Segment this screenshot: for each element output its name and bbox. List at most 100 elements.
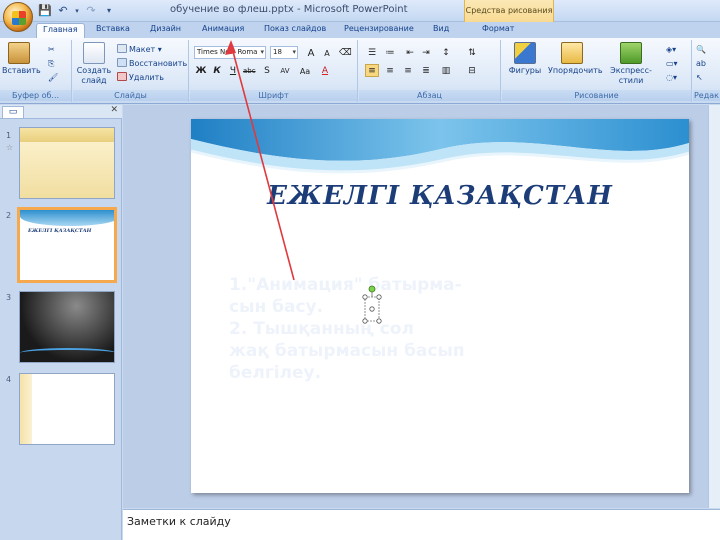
paste-button[interactable]: Вставить <box>2 42 41 88</box>
context-group-label: Средства рисования <box>465 6 553 15</box>
tab-animation[interactable]: Анимация <box>202 24 244 33</box>
clipboard-icon <box>8 42 30 64</box>
slides-tab-icon[interactable]: ▭ <box>2 106 24 118</box>
thumb-number: 2 <box>6 211 12 220</box>
slide-thumbnail-2[interactable]: ЕЖЕЛГІ ҚАЗАҚСТАН <box>17 207 117 283</box>
tab-review[interactable]: Рецензирование <box>344 24 414 33</box>
arrange-button[interactable]: Упорядочить <box>548 42 603 88</box>
slide-thumbnail-3[interactable] <box>19 291 115 363</box>
shrink-font-button[interactable]: A <box>320 46 334 59</box>
align-text-icon[interactable]: ⊟ <box>465 64 479 77</box>
shadow-button[interactable]: S <box>260 64 274 77</box>
shape-outline-icon[interactable]: ▭▾ <box>666 58 678 70</box>
close-pane-icon[interactable]: ✕ <box>110 105 118 115</box>
align-left-icon[interactable]: ≡ <box>365 64 379 77</box>
quick-styles-button[interactable]: Экспресс-стили <box>602 42 660 88</box>
office-button[interactable] <box>3 2 33 32</box>
columns-icon[interactable]: ▥ <box>439 64 453 77</box>
notes-placeholder: Заметки к слайду <box>127 515 231 528</box>
new-slide-button[interactable]: Создать слайд <box>75 42 113 88</box>
shape-fill-icon[interactable]: ◈▾ <box>666 44 676 56</box>
animation-star-icon: ☆ <box>6 143 14 152</box>
increase-indent-icon[interactable]: ⇥ <box>419 46 433 59</box>
tab-home[interactable]: Главная <box>36 23 85 39</box>
slide-body-text[interactable]: 1."Анимация" батырма- сын басу. 2. Тышқа… <box>229 274 599 384</box>
change-case-button[interactable]: Aa <box>298 64 312 77</box>
shape-effects-icon[interactable]: ◌▾ <box>666 72 677 84</box>
slides-pane: ▭ ✕ 1 ☆ 2 ЕЖЕЛГІ ҚАЗАҚСТАН 3 4 <box>0 105 122 540</box>
thumb-number: 1 <box>6 131 12 140</box>
slide-editing-area: ЕЖЕЛГІ ҚАЗАҚСТАН 1."Анимация" батырма- с… <box>123 105 720 508</box>
bold-button[interactable]: Ж <box>194 64 208 77</box>
format-painter-icon[interactable]: 🖌 <box>48 72 58 84</box>
office-logo-icon <box>12 11 26 25</box>
thumb-1-banner <box>20 128 114 142</box>
align-center-icon[interactable]: ≡ <box>383 64 397 77</box>
char-spacing-button[interactable]: AV <box>278 64 292 77</box>
tab-slideshow[interactable]: Показ слайдов <box>264 24 326 33</box>
tab-design[interactable]: Дизайн <box>150 24 181 33</box>
delete-slide-button[interactable]: Удалить <box>117 72 164 84</box>
customize-qat-icon[interactable]: ▾ <box>102 4 116 18</box>
new-slide-icon <box>83 42 105 64</box>
numbering-icon[interactable]: ≔ <box>383 46 397 59</box>
line-spacing-icon[interactable]: ↕ <box>439 46 453 59</box>
group-label-editing: Редак <box>693 90 720 101</box>
window-title: обучение во флеш.pptx - Microsoft PowerP… <box>170 4 408 15</box>
replace-icon[interactable]: ab <box>696 58 706 70</box>
thumb-number: 4 <box>6 375 12 384</box>
select-icon[interactable]: ↖ <box>696 72 703 84</box>
undo-icon[interactable]: ↶ <box>56 4 70 18</box>
thumb-2-wave <box>20 210 114 226</box>
undo-dropdown-icon[interactable]: ▾ <box>74 4 80 18</box>
group-label-slides: Слайды <box>73 90 188 101</box>
strikethrough-button[interactable]: abc <box>242 64 256 77</box>
reset-button[interactable]: Восстановить <box>117 58 187 70</box>
reset-icon <box>117 58 127 67</box>
grow-font-button[interactable]: A <box>304 46 318 59</box>
tab-insert[interactable]: Вставка <box>96 24 130 33</box>
group-slides: Создать слайд Макет ▾ Восстановить Удали… <box>73 40 189 102</box>
tab-view[interactable]: Вид <box>433 24 449 33</box>
slide-thumbnail-1[interactable] <box>19 127 115 199</box>
slides-pane-tabs: ▭ ✕ <box>0 105 122 119</box>
shape-selection-handles[interactable] <box>361 285 383 325</box>
bullets-icon[interactable]: ☰ <box>365 46 379 59</box>
vertical-scrollbar[interactable] <box>708 105 720 508</box>
save-icon[interactable]: 💾 <box>38 4 52 18</box>
font-color-button[interactable]: A <box>318 64 332 77</box>
thumb-2-title: ЕЖЕЛГІ ҚАЗАҚСТАН <box>28 228 92 234</box>
align-right-icon[interactable]: ≡ <box>401 64 415 77</box>
group-drawing: Фигуры Упорядочить Экспресс-стили ◈▾ ▭▾ … <box>502 40 692 102</box>
current-slide[interactable]: ЕЖЕЛГІ ҚАЗАҚСТАН 1."Анимация" батырма- с… <box>191 119 689 493</box>
cut-icon[interactable]: ✂ <box>48 44 55 56</box>
copy-icon[interactable]: ⎘ <box>48 58 54 70</box>
group-label-clipboard: Буфер об... <box>0 90 71 101</box>
shapes-button[interactable]: Фигуры <box>508 42 542 88</box>
redo-icon[interactable]: ↷ <box>84 4 98 18</box>
ribbon-tabs: Главная Вставка Дизайн Анимация Показ сл… <box>0 22 720 39</box>
clear-format-icon[interactable]: ⌫ <box>338 46 352 59</box>
quick-access-toolbar: 💾 ↶ ▾ ↷ ▾ <box>38 4 116 18</box>
underline-button[interactable]: Ч <box>226 64 240 77</box>
font-size-combo[interactable]: 18 <box>270 46 298 59</box>
italic-button[interactable]: К <box>210 64 224 77</box>
decrease-indent-icon[interactable]: ⇤ <box>403 46 417 59</box>
shapes-icon <box>514 42 536 64</box>
text-direction-icon[interactable]: ⇅ <box>465 46 479 59</box>
layout-button[interactable]: Макет ▾ <box>117 44 162 56</box>
slide-title[interactable]: ЕЖЕЛГІ ҚАЗАҚСТАН <box>191 181 689 211</box>
thumb-4-sidebar <box>20 374 32 444</box>
font-name-combo[interactable]: Times New Roma <box>194 46 266 59</box>
justify-icon[interactable]: ≣ <box>419 64 433 77</box>
notes-pane[interactable]: Заметки к слайду <box>123 509 720 540</box>
arrange-icon <box>561 42 583 64</box>
group-label-drawing: Рисование <box>502 90 691 101</box>
find-icon[interactable]: 🔍 <box>696 44 706 56</box>
group-font: Times New Roma 18 A A ⌫ Ж К Ч abc S AV A… <box>190 40 358 102</box>
slide-thumbnail-4[interactable] <box>19 373 115 445</box>
layout-icon <box>117 44 127 53</box>
group-editing: 🔍 ab ↖ Редак <box>693 40 720 102</box>
tab-format[interactable]: Формат <box>482 24 514 33</box>
title-bar: 💾 ↶ ▾ ↷ ▾ обучение во флеш.pptx - Micros… <box>0 0 720 32</box>
